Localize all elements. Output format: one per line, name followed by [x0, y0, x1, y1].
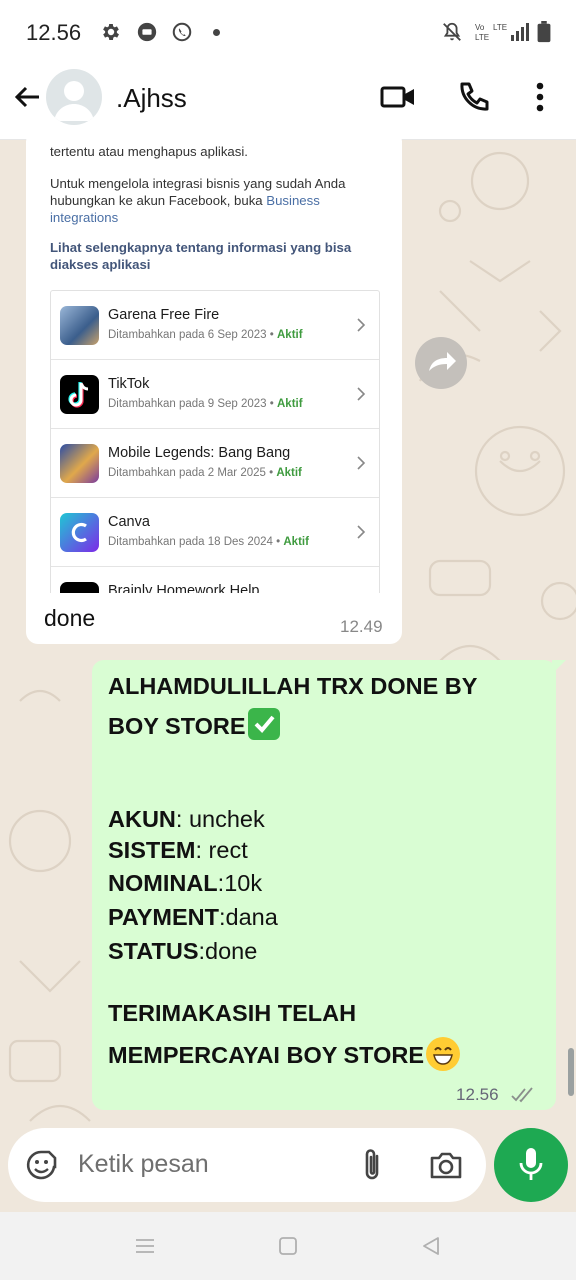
- contact-name[interactable]: .Ajhss: [116, 83, 187, 114]
- chevron-right-icon: [357, 387, 366, 401]
- whatsapp-icon: [172, 22, 192, 42]
- brainly-app-icon: [60, 582, 99, 593]
- svg-text:LTE: LTE: [493, 23, 507, 32]
- app-row-free-fire: Garena Free Fire Ditambahkan pada 6 Sep …: [51, 291, 379, 360]
- forward-button[interactable]: [415, 337, 467, 389]
- field-akun: AKUN: unchek: [108, 806, 265, 832]
- status-time: 12.56: [26, 20, 82, 45]
- battery-icon: [537, 21, 551, 43]
- chat-bubble-icon: [137, 22, 157, 42]
- recent-apps-icon[interactable]: [133, 1234, 157, 1258]
- app-row-tiktok: TikTok Ditambahkan pada 9 Sep 2023 • Akt…: [51, 360, 379, 429]
- screenshot-intro-text: tertentu atau menghapus aplikasi.: [50, 144, 248, 159]
- video-call-icon[interactable]: [380, 80, 416, 114]
- grinning-face-emoji: [426, 1037, 461, 1071]
- field-payment: PAYMENT:dana: [108, 904, 278, 930]
- screenshot-manage-text: Untuk mengelola integrasi bisnis yang su…: [50, 176, 346, 225]
- connected-apps-list: Garena Free Fire Ditambahkan pada 6 Sep …: [50, 290, 380, 593]
- mute-icon: [443, 22, 461, 41]
- thanks-line-2: MEMPERCAYAI BOY STORE: [108, 1037, 461, 1071]
- read-receipt-ticks-icon: [511, 1087, 533, 1103]
- incoming-message-time: 12.49: [340, 617, 383, 636]
- back-nav-icon[interactable]: [419, 1234, 443, 1258]
- emoji-sticker-icon[interactable]: [24, 1147, 60, 1183]
- message-title-line-2: BOY STORE: [108, 708, 280, 740]
- more-vert-icon[interactable]: [522, 80, 558, 114]
- outgoing-message-bubble[interactable]: ALHAMDULILLAH TRX DONE BY BOY STORE AKUN…: [92, 660, 566, 1110]
- tiktok-app-icon: [60, 375, 99, 414]
- app-row-canva: Canva Ditambahkan pada 18 Des 2024 • Akt…: [51, 498, 379, 567]
- field-status: STATUS:done: [108, 938, 258, 964]
- check-mark-emoji: [247, 708, 280, 740]
- voice-record-button[interactable]: [494, 1128, 568, 1202]
- field-sistem: SISTEM: rect: [108, 837, 248, 863]
- avatar[interactable]: [46, 69, 102, 125]
- microphone-icon: [519, 1148, 543, 1180]
- chevron-right-icon: [357, 456, 366, 470]
- home-icon[interactable]: [276, 1234, 300, 1258]
- message-composer[interactable]: Ketik pesan: [8, 1128, 486, 1202]
- app-row-brainly: Brainly Homework Help: [51, 567, 379, 593]
- chevron-right-icon: [357, 318, 366, 332]
- free-fire-app-icon: [60, 306, 99, 345]
- outgoing-message-time: 12.56: [456, 1085, 499, 1104]
- attachment-icon[interactable]: [358, 1146, 388, 1184]
- message-title-line-1: ALHAMDULILLAH TRX DONE BY: [108, 673, 478, 699]
- system-nav-bar: [0, 1212, 576, 1280]
- mobile-legends-app-icon: [60, 444, 99, 483]
- gear-icon: [103, 24, 119, 40]
- phone-icon[interactable]: [456, 80, 492, 114]
- shared-screenshot[interactable]: tertentu atau menghapus aplikasi. Untuk …: [26, 141, 402, 593]
- field-nominal: NOMINAL:10k: [108, 870, 263, 896]
- chat-scrollbar[interactable]: [568, 1048, 574, 1096]
- see-more-link: Lihat selengkapnya tentang informasi yan…: [50, 240, 352, 272]
- message-input[interactable]: Ketik pesan: [78, 1150, 209, 1179]
- svg-text:LTE: LTE: [475, 33, 489, 42]
- thanks-line-1: TERIMAKASIH TELAH: [108, 1000, 357, 1026]
- status-bar: 12.56 Vo LTE LTE: [0, 0, 576, 64]
- chevron-right-icon: [357, 525, 366, 539]
- lte-signal-icon: VoLTELTE: [475, 23, 529, 42]
- svg-text:Vo: Vo: [475, 23, 485, 32]
- camera-icon[interactable]: [428, 1148, 464, 1182]
- canva-app-icon: [60, 513, 99, 552]
- notification-dot: [213, 29, 220, 36]
- incoming-message-text: done: [44, 605, 96, 631]
- chat-header: .Ajhss: [0, 64, 576, 140]
- back-arrow-icon[interactable]: [12, 82, 42, 112]
- app-row-mobile-legends: Mobile Legends: Bang Bang Ditambahkan pa…: [51, 429, 379, 498]
- forward-icon: [429, 352, 456, 371]
